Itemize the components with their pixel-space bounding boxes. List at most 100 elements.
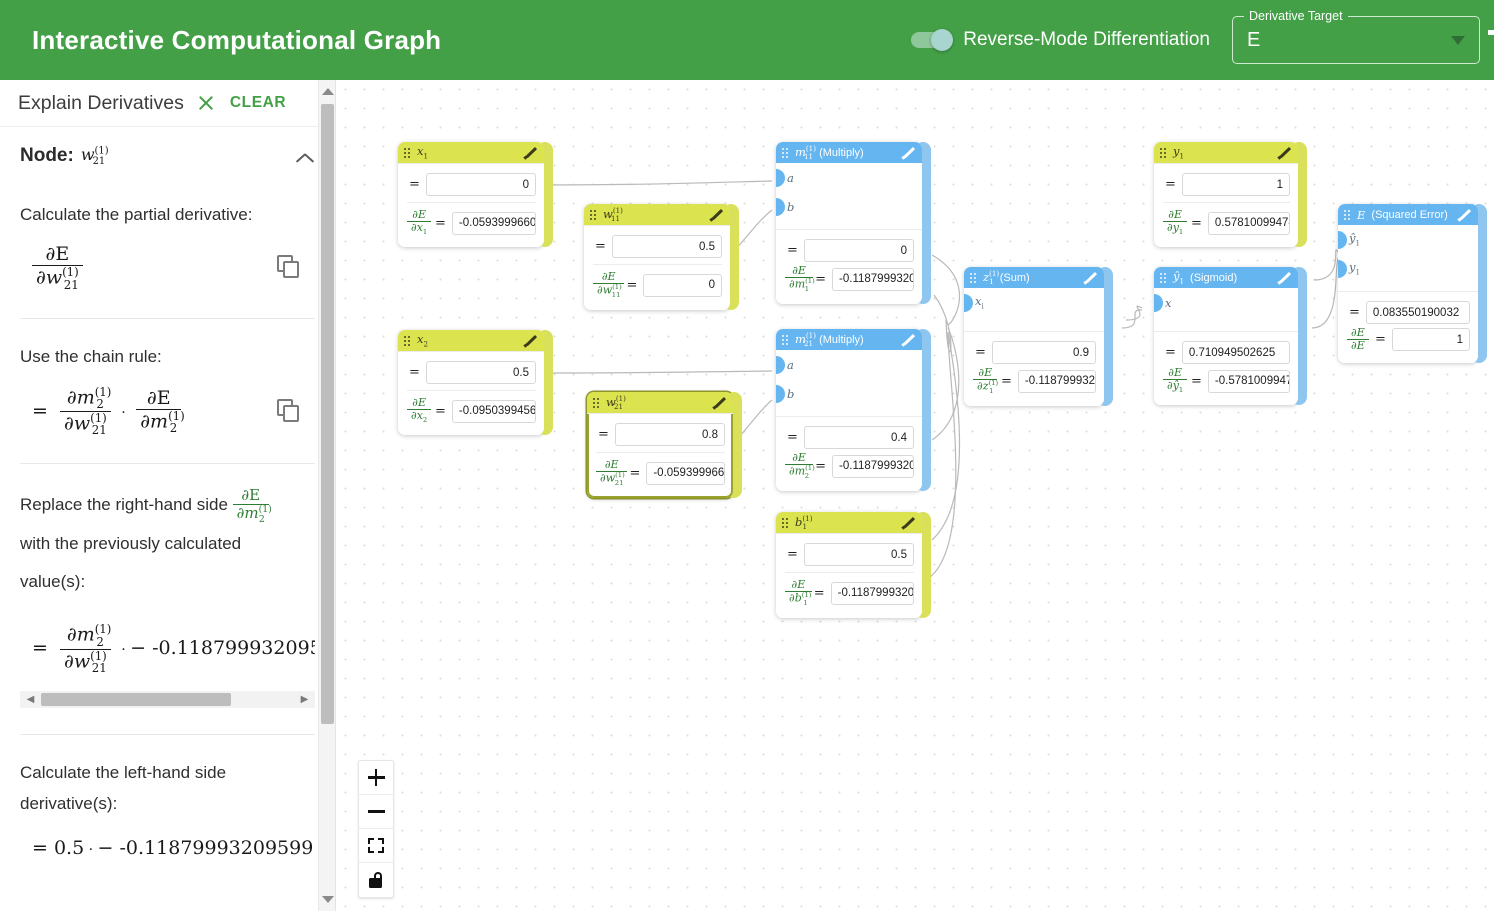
value-input[interactable]: 0.4: [803, 426, 914, 449]
port-handle[interactable]: [776, 168, 785, 187]
node-header[interactable]: w(1)21: [587, 392, 733, 413]
edit-icon[interactable]: [1278, 271, 1291, 284]
node-m11[interactable]: m(1)11 (Multiply) a b = 0 ∂E ∂m(1)1 = -0…: [776, 142, 931, 304]
scrollbar-thumb[interactable]: [321, 104, 334, 724]
drag-handle-icon[interactable]: [403, 147, 412, 158]
zoom-in-button[interactable]: [359, 761, 393, 795]
node-x2[interactable]: x2 = 0.5 ∂E ∂x2 = -0.09503994567: [398, 330, 553, 436]
edit-icon[interactable]: [524, 146, 537, 159]
derivative-input[interactable]: -0.11879993209: [832, 267, 914, 291]
scroll-right-arrow[interactable]: ▶: [294, 694, 315, 705]
value-input[interactable]: 0.5: [803, 543, 914, 566]
derivative-input[interactable]: -0.09503994567: [451, 399, 536, 423]
node-b1[interactable]: b(1)1 = 0.5 ∂E ∂b(1)1 = -0.11879993209: [776, 512, 931, 618]
port-handle[interactable]: [776, 384, 785, 403]
reverse-mode-toggle[interactable]: [911, 29, 954, 51]
horizontal-scrollbar[interactable]: ◀ ▶: [20, 691, 315, 709]
fit-view-button[interactable]: [359, 829, 393, 863]
edit-icon[interactable]: [902, 333, 915, 346]
port-a[interactable]: a: [776, 350, 922, 379]
chevron-up-icon[interactable]: [295, 145, 317, 167]
lock-button[interactable]: [359, 863, 393, 897]
port-handle[interactable]: [964, 293, 973, 312]
drag-handle-icon[interactable]: [781, 147, 790, 158]
graph-canvas[interactable]: x1 = 0 ∂E ∂x1 = -0.05939996604 w(1)11 = …: [336, 80, 1494, 911]
node-header[interactable]: y1: [1154, 142, 1298, 163]
port-handle[interactable]: [1338, 230, 1347, 249]
port-a[interactable]: a: [776, 163, 922, 192]
edit-icon[interactable]: [902, 146, 915, 159]
value-input[interactable]: 0.5: [611, 235, 722, 258]
node-w21[interactable]: w(1)21 = 0.8 ∂E∂w(1)21 = -0.05939996604: [587, 392, 742, 498]
derivative-input[interactable]: 0: [643, 273, 722, 297]
scroll-left-arrow[interactable]: ◀: [20, 694, 41, 705]
drag-handle-icon[interactable]: [781, 517, 790, 528]
value-input[interactable]: 0.710949502625: [1181, 341, 1290, 364]
port-handle[interactable]: [1154, 293, 1163, 312]
sidebar-vertical-scrollbar[interactable]: [318, 80, 335, 911]
derivative-input[interactable]: 0.578100994749: [1207, 211, 1290, 235]
derivative-input[interactable]: -0.11879993209: [830, 581, 914, 605]
node-header[interactable]: z(1)1 (Sum): [964, 267, 1104, 288]
edit-icon[interactable]: [1458, 208, 1471, 221]
clear-button[interactable]: CLEAR: [230, 94, 286, 112]
node-header[interactable]: ŷ1 (Sigmoid): [1154, 267, 1298, 288]
port-handle[interactable]: [776, 355, 785, 374]
drag-handle-icon[interactable]: [592, 397, 601, 408]
node-z1[interactable]: z(1)1 (Sum) xi = 0.9 ∂E ∂z(1)1 = -0.11879…: [964, 267, 1113, 406]
value-input[interactable]: 0.083550190032: [1365, 301, 1470, 324]
edit-icon[interactable]: [710, 208, 723, 221]
derivative-target-select[interactable]: Derivative Target E: [1232, 9, 1480, 64]
port-y1[interactable]: y1: [1338, 254, 1478, 283]
port-handle[interactable]: [1338, 259, 1347, 278]
drag-handle-icon[interactable]: [1159, 147, 1168, 158]
derivative-input[interactable]: 1: [1391, 328, 1470, 352]
node-header[interactable]: b(1)1: [776, 512, 922, 533]
scroll-up-arrow[interactable]: [322, 88, 334, 95]
port-x[interactable]: x: [1154, 288, 1298, 317]
scroll-down-arrow[interactable]: [322, 896, 334, 903]
port-yhat1[interactable]: ŷ1: [1338, 225, 1478, 254]
copy-icon[interactable]: [277, 254, 303, 281]
node-header[interactable]: E (Squared Error): [1338, 204, 1478, 225]
value-input[interactable]: 0: [803, 239, 914, 262]
zoom-out-button[interactable]: [359, 795, 393, 829]
drag-handle-icon[interactable]: [403, 335, 412, 346]
edit-icon[interactable]: [1278, 146, 1291, 159]
drag-handle-icon[interactable]: [969, 272, 978, 283]
node-x1[interactable]: x1 = 0 ∂E ∂x1 = -0.05939996604: [398, 142, 553, 248]
derivative-input[interactable]: -0.11879993209: [1017, 369, 1096, 393]
port-handle[interactable]: [776, 197, 785, 216]
node-w11[interactable]: w(1)11 = 0.5 ∂E ∂w(1)11 = 0: [584, 204, 739, 310]
scrollbar-thumb[interactable]: [41, 693, 231, 707]
edit-icon[interactable]: [902, 516, 915, 529]
node-header[interactable]: x1: [398, 142, 544, 163]
port-xi[interactable]: xi: [964, 288, 1104, 317]
copy-icon[interactable]: [277, 398, 303, 425]
value-input[interactable]: 0.5: [425, 361, 536, 384]
port-b[interactable]: b: [776, 192, 922, 221]
node-E[interactable]: E (Squared Error) ŷ1 y1 = 0.083550190032…: [1338, 204, 1487, 363]
edit-icon[interactable]: [1084, 271, 1097, 284]
node-header[interactable]: x2: [398, 330, 544, 351]
node-y1[interactable]: y1 = 1 ∂E∂y1 = 0.578100994749: [1154, 142, 1307, 248]
node-yhat1[interactable]: ŷ1 (Sigmoid) x = 0.710949502625 ∂E ∂ŷ1 = …: [1154, 267, 1307, 406]
drag-handle-icon[interactable]: [589, 209, 598, 220]
value-input[interactable]: 1: [1181, 173, 1290, 196]
node-header[interactable]: m(1)21 (Multiply): [776, 329, 922, 350]
drag-handle-icon[interactable]: [1343, 209, 1352, 220]
edit-icon[interactable]: [713, 396, 726, 409]
node-m21[interactable]: m(1)21 (Multiply) a b = 0.4 ∂E ∂m(1)2 = …: [776, 329, 931, 491]
derivative-input[interactable]: -0.11879993209: [832, 454, 914, 478]
derivative-input[interactable]: -0.57810099474: [1207, 369, 1290, 393]
node-header[interactable]: m(1)11 (Multiply): [776, 142, 922, 163]
edit-icon[interactable]: [524, 334, 537, 347]
drag-handle-icon[interactable]: [1159, 272, 1168, 283]
derivative-input[interactable]: -0.05939996604: [646, 461, 725, 485]
node-header[interactable]: w(1)11: [584, 204, 730, 225]
port-b[interactable]: b: [776, 379, 922, 408]
value-input[interactable]: 0: [425, 173, 536, 196]
drag-handle-icon[interactable]: [781, 334, 790, 345]
value-input[interactable]: 0.8: [614, 423, 725, 446]
value-input[interactable]: 0.9: [991, 341, 1096, 364]
